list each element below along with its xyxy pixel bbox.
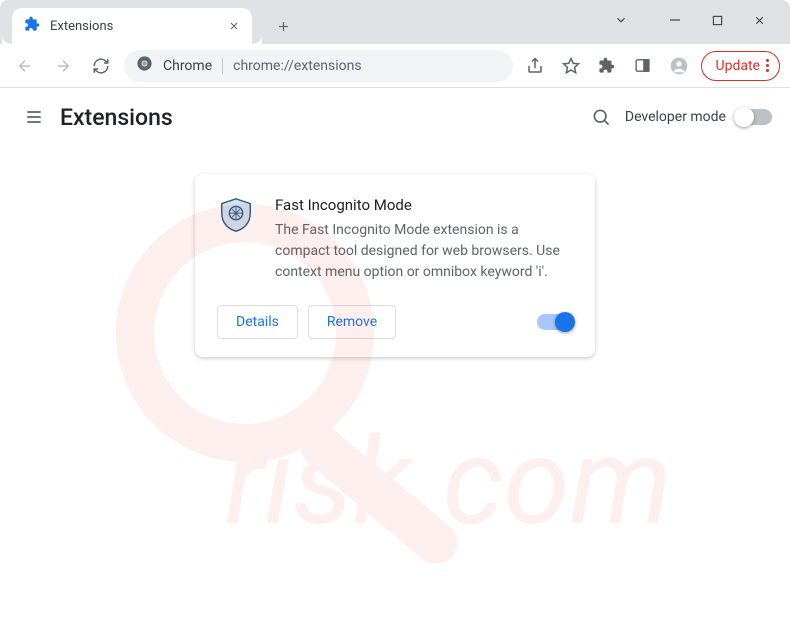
search-button[interactable] xyxy=(581,97,621,137)
page-title: Extensions xyxy=(60,104,173,131)
divider xyxy=(222,58,223,74)
maximize-button[interactable] xyxy=(710,13,724,27)
forward-button xyxy=(48,51,78,81)
hamburger-menu-button[interactable] xyxy=(14,97,54,137)
extension-enabled-toggle[interactable] xyxy=(537,314,573,330)
chrome-logo-icon xyxy=(136,55,153,76)
address-url: chrome://extensions xyxy=(233,58,361,74)
details-button[interactable]: Details xyxy=(217,305,298,339)
window-controls xyxy=(590,0,790,40)
close-button[interactable] xyxy=(752,13,766,27)
share-icon[interactable] xyxy=(521,52,549,80)
browser-toolbar: Chrome chrome://extensions Update xyxy=(0,44,790,88)
update-label: Update xyxy=(716,58,760,74)
page-header: Extensions Developer mode xyxy=(0,88,790,146)
puzzle-icon xyxy=(24,16,40,36)
svg-text:risk.com: risk.com xyxy=(225,413,672,553)
minimize-button[interactable] xyxy=(668,13,682,27)
reload-button[interactable] xyxy=(86,51,116,81)
chevron-down-icon[interactable] xyxy=(614,13,628,27)
remove-button[interactable]: Remove xyxy=(308,305,396,339)
extension-shield-icon xyxy=(217,196,255,234)
tab-close-icon[interactable] xyxy=(228,17,240,36)
bookmark-star-icon[interactable] xyxy=(557,52,585,80)
kebab-icon xyxy=(766,59,769,72)
tab-title: Extensions xyxy=(50,19,218,34)
address-bar[interactable]: Chrome chrome://extensions xyxy=(124,50,513,82)
new-tab-button[interactable] xyxy=(268,11,298,41)
profile-avatar-icon[interactable] xyxy=(665,52,693,80)
extension-name: Fast Incognito Mode xyxy=(275,196,573,214)
extension-card: Fast Incognito Mode The Fast Incognito M… xyxy=(195,174,595,357)
address-source-chip: Chrome xyxy=(163,58,212,74)
developer-mode-toggle[interactable] xyxy=(736,109,772,125)
browser-tab[interactable]: Extensions xyxy=(12,8,252,44)
back-button[interactable] xyxy=(10,51,40,81)
developer-mode-label: Developer mode xyxy=(625,109,726,125)
extensions-page: risk.com Extensions Developer mode Fast … xyxy=(0,88,790,638)
extension-description: The Fast Incognito Mode extension is a c… xyxy=(275,220,573,283)
sidepanel-icon[interactable] xyxy=(629,52,657,80)
extensions-puzzle-icon[interactable] xyxy=(593,52,621,80)
watermark: risk.com xyxy=(0,88,790,638)
update-button[interactable]: Update xyxy=(701,51,780,81)
